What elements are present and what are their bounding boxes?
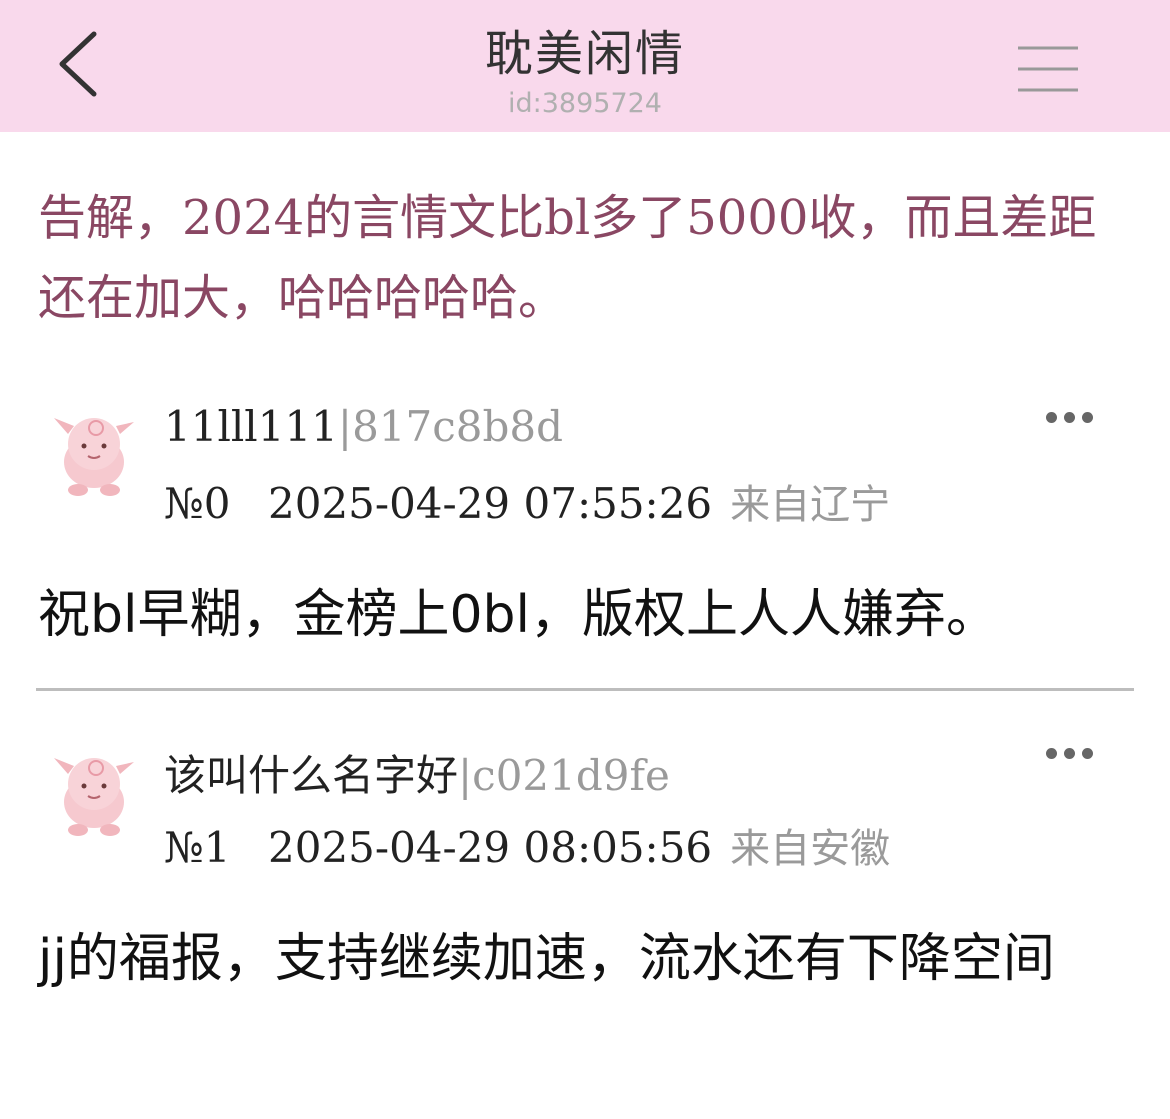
avatar[interactable] [44,744,140,840]
author-name[interactable]: 11lll111 [164,402,338,451]
author-line: 该叫什么名字好|c021d9fe [164,742,670,803]
reply-meta: №0 2025-04-29 07:55:26 来自辽宁 [164,472,890,530]
post-time: 2025-04-29 07:55:26 [268,479,713,528]
reply-content: jj的福报，支持继续加速，流水还有下降空间 [38,929,1055,989]
reply-content: 祝bl早糊，金榜上0bl，版权上人人嫌弃。 [38,585,998,645]
more-options-button[interactable] [1046,744,1104,774]
pink-pokemon-avatar-icon [54,758,134,836]
menu-button[interactable] [1012,40,1084,100]
reply-divider [36,688,1134,691]
location-label: 来自安徽 [730,826,891,872]
author-id: 817c8b8d [352,402,563,451]
author-id: c021d9fe [472,751,670,800]
location-label: 来自辽宁 [730,482,891,528]
more-options-button[interactable] [1046,408,1104,438]
reply-meta: №1 2025-04-29 08:05:56 来自安徽 [164,816,890,874]
avatar[interactable] [44,404,140,500]
ellipsis-icon [1046,408,1100,427]
post-title: 告解，2024的言情文比bl多了5000收，而且差距还在加大，哈哈哈哈哈。 [38,190,1097,326]
menu-lines-icon [1018,46,1078,92]
floor-number: №0 [164,479,231,528]
top-nav-bar: 耽美闲情 id:3895724 [0,0,1170,132]
page-title: 耽美闲情 [484,26,685,82]
author-separator: | [337,402,353,451]
board-id: id:3895724 [508,88,662,119]
ellipsis-icon [1046,744,1100,763]
floor-number: №1 [164,823,231,872]
author-line: 11lll111|817c8b8d [164,402,563,451]
post-time: 2025-04-29 08:05:56 [268,823,713,872]
author-separator: | [458,751,473,800]
author-name[interactable]: 该叫什么名字好 [164,751,458,800]
pink-pokemon-avatar-icon [54,418,134,496]
